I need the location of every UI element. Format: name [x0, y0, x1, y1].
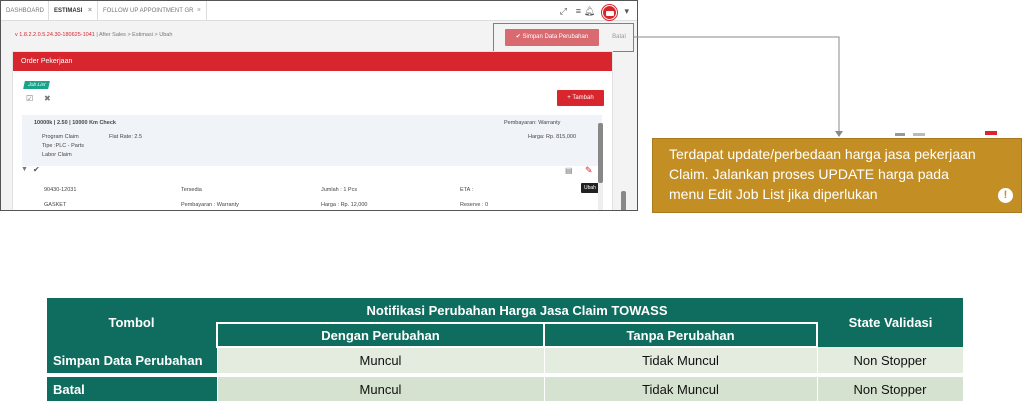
- arrow-head-icon: [835, 131, 843, 137]
- row-label: Simpan Data Perubahan: [47, 347, 217, 377]
- notification-text: Terdapat update/perbedaan harga jasa pek…: [669, 146, 976, 202]
- table-row: Batal Muncul Tidak Muncul Non Stopper: [47, 375, 964, 405]
- header-notifikasi: Notifikasi Perubahan Harga Jasa Claim TO…: [217, 298, 817, 323]
- exclamation-icon: !: [998, 188, 1013, 203]
- table-row: Simpan Data Perubahan Muncul Tidak Muncu…: [47, 347, 964, 377]
- cell-state: Non Stopper: [816, 375, 964, 405]
- cell-dengan: Muncul: [216, 347, 545, 377]
- notification-toast: Terdapat update/perbedaan harga jasa pek…: [652, 138, 1022, 213]
- cell-dengan: Muncul: [216, 375, 545, 405]
- connector-line: [633, 36, 840, 133]
- header-state: State Validasi: [817, 298, 963, 347]
- cell-tanpa: Tidak Muncul: [543, 375, 818, 405]
- validation-table: Tombol Notifikasi Perubahan Harga Jasa C…: [47, 298, 964, 405]
- header-dengan: Dengan Perubahan: [216, 322, 545, 348]
- header-tombol: Tombol: [47, 298, 217, 347]
- cell-state: Non Stopper: [816, 347, 964, 377]
- row-label: Batal: [47, 375, 217, 405]
- cell-tanpa: Tidak Muncul: [543, 347, 818, 377]
- header-tanpa: Tanpa Perubahan: [543, 322, 818, 348]
